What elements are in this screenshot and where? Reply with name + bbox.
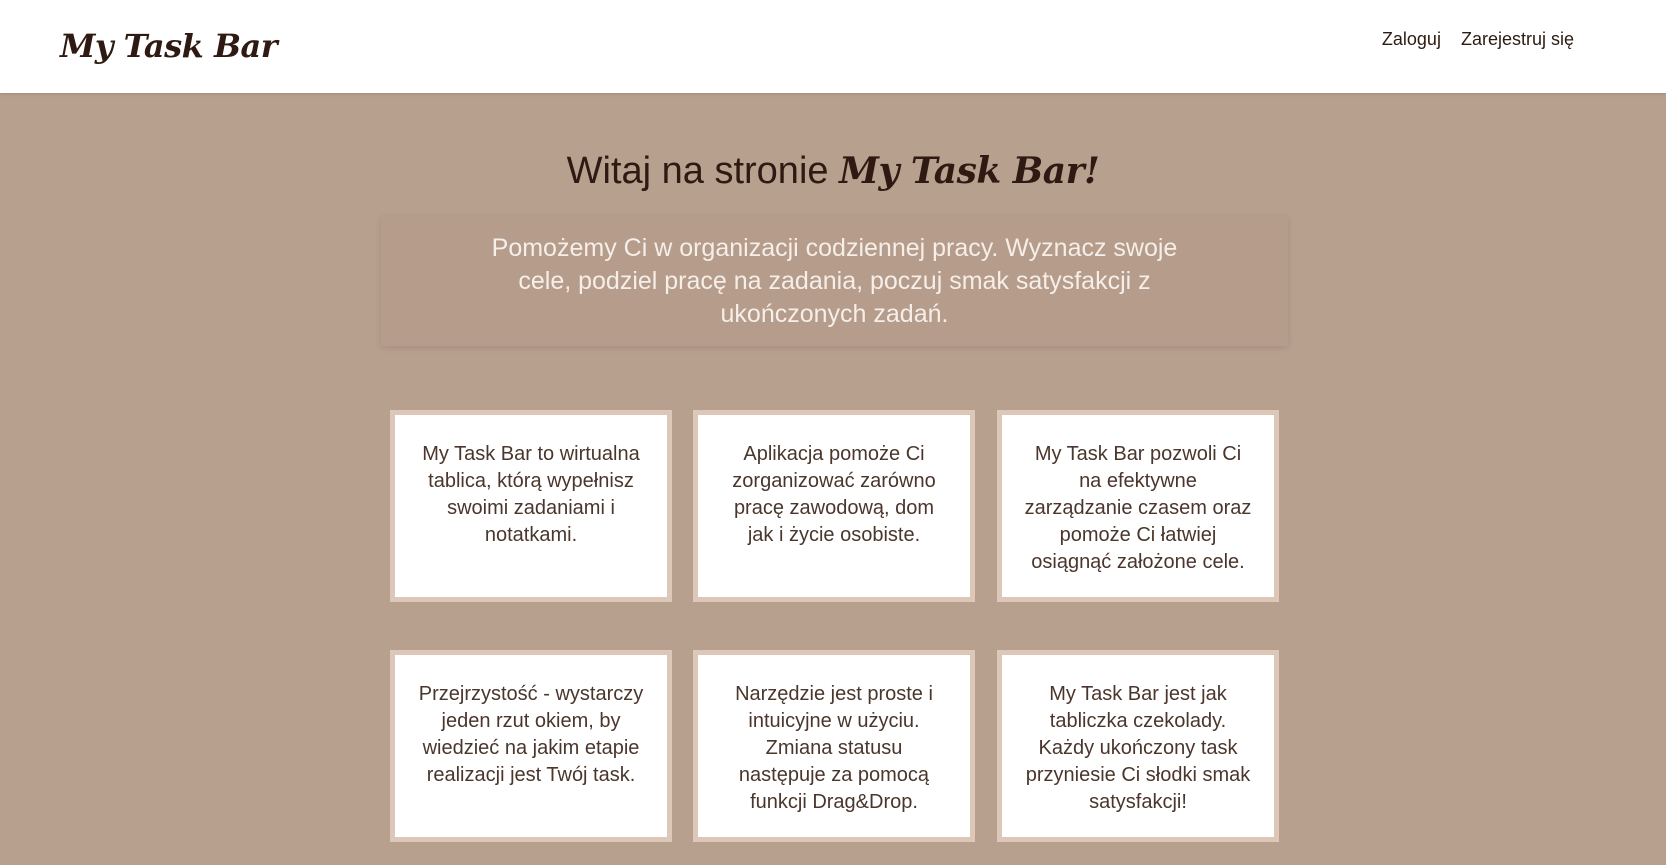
intro-text: Pomożemy Ci w organizacji codziennej pra… bbox=[491, 233, 1178, 328]
brand-logo[interactable]: My Task Bar bbox=[60, 27, 278, 65]
feature-card: My Task Bar pozwoli Ci na efektywne zarz… bbox=[997, 410, 1279, 602]
page-title: Witaj na stronie My Task Bar! bbox=[0, 145, 1666, 197]
feature-card-text: My Task Bar to wirtualna tablica, którą … bbox=[422, 443, 640, 546]
login-link[interactable]: Zaloguj bbox=[1382, 28, 1441, 50]
nav-links: Zaloguj Zarejestruj się bbox=[1382, 28, 1574, 50]
feature-card-text: Przejrzystość - wystarczy jeden rzut oki… bbox=[418, 683, 644, 786]
feature-card: My Task Bar jest jak tabliczka czekolady… bbox=[997, 650, 1279, 842]
feature-card-text: My Task Bar jest jak tabliczka czekolady… bbox=[1025, 683, 1251, 813]
register-link[interactable]: Zarejestruj się bbox=[1461, 28, 1574, 50]
feature-card-text: Narzędzie jest proste i intuicyjne w uży… bbox=[735, 683, 933, 813]
feature-card: Aplikacja pomoże Ci zorganizować zarówno… bbox=[693, 410, 975, 602]
feature-card: My Task Bar to wirtualna tablica, którą … bbox=[390, 410, 672, 602]
feature-card: Narzędzie jest proste i intuicyjne w uży… bbox=[693, 650, 975, 842]
page-title-brand: My Task Bar! bbox=[839, 150, 1100, 192]
feature-card-text: Aplikacja pomoże Ci zorganizować zarówno… bbox=[732, 443, 936, 546]
feature-card: Przejrzystość - wystarczy jeden rzut oki… bbox=[390, 650, 672, 842]
navbar: My Task Bar Zaloguj Zarejestruj się bbox=[0, 0, 1666, 93]
page-title-prefix: Witaj na stronie bbox=[566, 150, 840, 192]
intro-box: Pomożemy Ci w organizacji codziennej pra… bbox=[381, 216, 1288, 346]
feature-card-text: My Task Bar pozwoli Ci na efektywne zarz… bbox=[1024, 443, 1252, 573]
